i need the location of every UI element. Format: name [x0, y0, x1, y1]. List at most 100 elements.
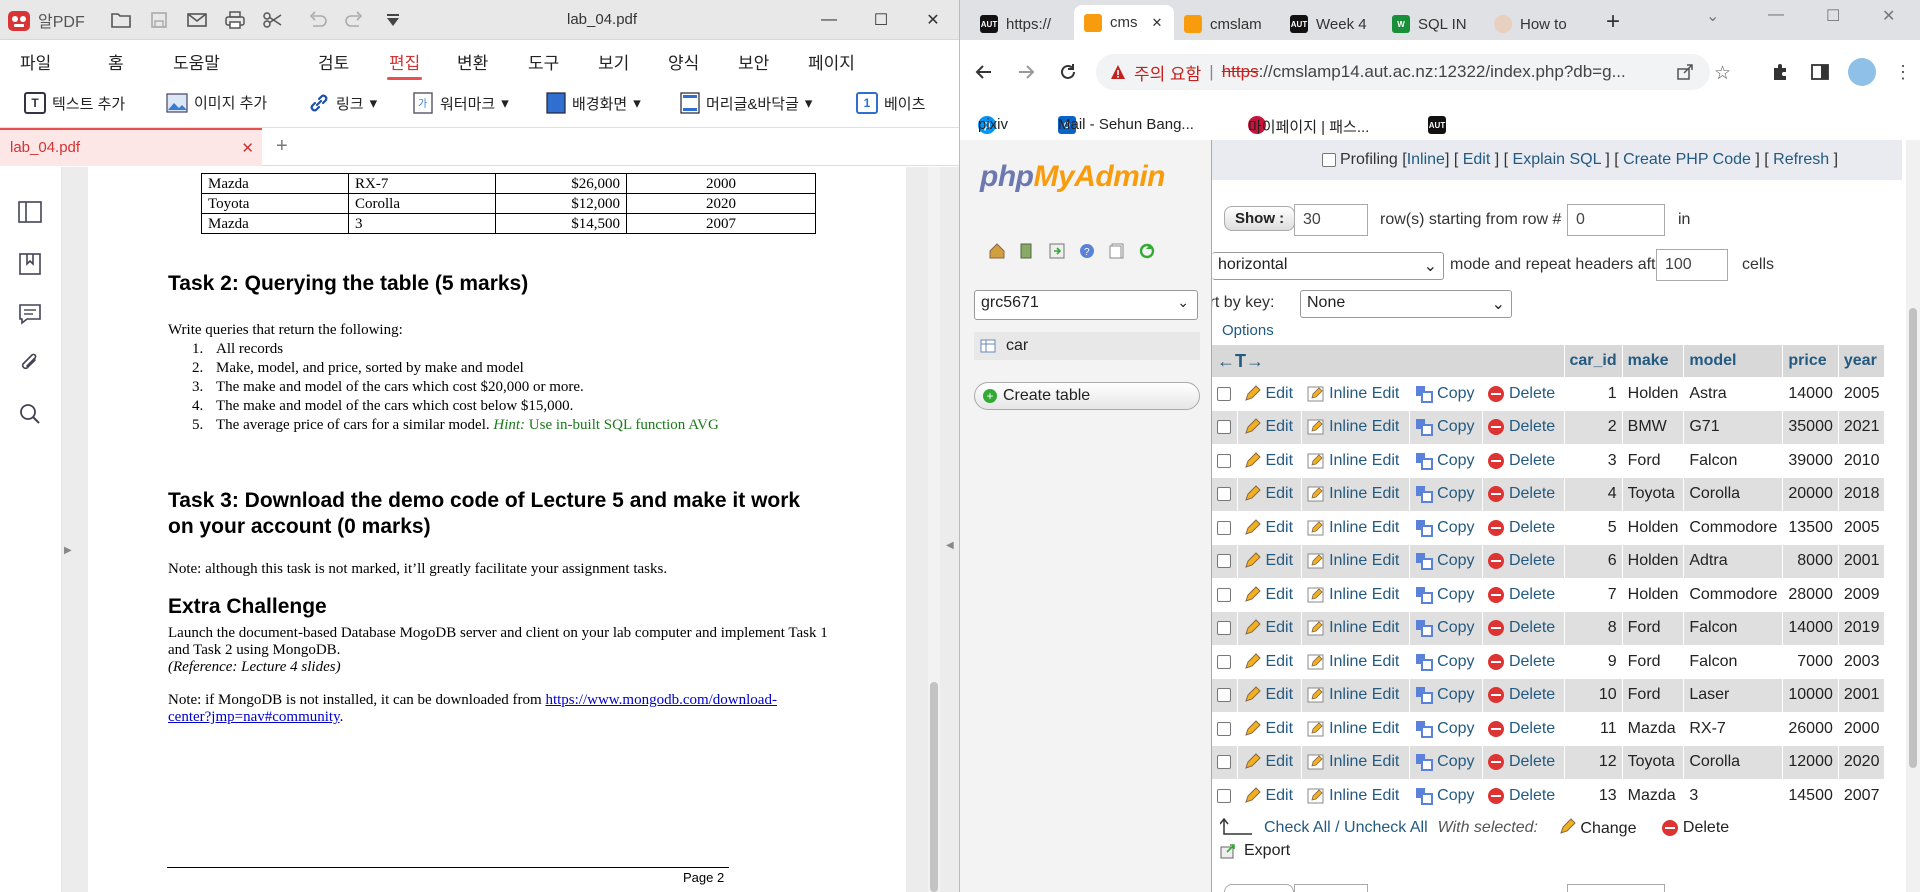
- delete-action[interactable]: Delete: [1482, 779, 1565, 813]
- inline-edit-label[interactable]: Inline Edit: [1329, 385, 1399, 402]
- page-scrollbar[interactable]: [1906, 140, 1920, 892]
- undo-icon[interactable]: [307, 10, 327, 30]
- inline-edit-action[interactable]: Inline Edit: [1301, 611, 1410, 645]
- delete-label[interactable]: Delete: [1509, 619, 1555, 636]
- maximize-icon[interactable]: ☐: [1826, 6, 1840, 26]
- edit-action[interactable]: Edit: [1237, 544, 1302, 578]
- delete-label[interactable]: Delete: [1509, 586, 1555, 603]
- inline-edit-action[interactable]: Inline Edit: [1301, 511, 1410, 545]
- database-select[interactable]: grc5671 ⌄: [974, 290, 1198, 320]
- edit-label[interactable]: Edit: [1265, 720, 1293, 737]
- tab-close-icon[interactable]: ✕: [1152, 15, 1163, 31]
- redo-icon[interactable]: [345, 10, 365, 30]
- delete-action[interactable]: Delete: [1482, 578, 1565, 612]
- car-id-cell[interactable]: 7: [1564, 578, 1623, 612]
- reload-icon[interactable]: [1058, 62, 1078, 82]
- model-cell[interactable]: G71: [1683, 410, 1784, 444]
- page-scrollbar-thumb[interactable]: [1909, 308, 1917, 768]
- edit-action[interactable]: Edit: [1237, 645, 1302, 679]
- repeat-headers-input[interactable]: 100: [1656, 249, 1728, 281]
- edit-action[interactable]: Edit: [1237, 578, 1302, 612]
- browser-tab[interactable]: W SQL IN: [1392, 8, 1486, 40]
- price-cell[interactable]: 13500: [1782, 511, 1839, 545]
- copy-action[interactable]: Copy: [1409, 645, 1484, 679]
- price-cell[interactable]: 26000: [1782, 712, 1839, 746]
- delete-action[interactable]: Delete: [1482, 745, 1565, 779]
- search-icon[interactable]: [17, 401, 43, 427]
- start-row-input[interactable]: 0: [1567, 204, 1665, 236]
- delete-action[interactable]: Delete: [1482, 477, 1565, 511]
- row-select-cell[interactable]: [1212, 578, 1239, 612]
- menu-form[interactable]: 양식: [668, 49, 699, 74]
- delete-label[interactable]: Delete: [1509, 552, 1555, 569]
- column-header-car-id[interactable]: car_id: [1564, 345, 1623, 377]
- year-cell[interactable]: 2021: [1838, 410, 1886, 444]
- edit-action[interactable]: Edit: [1237, 511, 1302, 545]
- column-header-year[interactable]: year: [1838, 345, 1886, 377]
- warning-icon[interactable]: [1110, 64, 1126, 80]
- row-select-cell[interactable]: [1212, 544, 1239, 578]
- copy-action[interactable]: Copy: [1409, 410, 1484, 444]
- year-cell[interactable]: 2010: [1838, 444, 1886, 478]
- delete-action[interactable]: Delete: [1482, 511, 1565, 545]
- edit-action[interactable]: Edit: [1237, 712, 1302, 746]
- save-icon[interactable]: [149, 10, 169, 30]
- inline-edit-action[interactable]: Inline Edit: [1301, 678, 1410, 712]
- row-checkbox[interactable]: [1217, 788, 1231, 803]
- browser-tab-active[interactable]: cms ✕: [1074, 5, 1174, 40]
- delete-label[interactable]: Delete: [1509, 753, 1555, 770]
- copy-action[interactable]: Copy: [1409, 477, 1484, 511]
- row-select-cell[interactable]: [1212, 511, 1239, 545]
- menu-view[interactable]: 보기: [598, 49, 629, 74]
- model-cell[interactable]: Corolla: [1683, 745, 1784, 779]
- profile-avatar[interactable]: [1848, 58, 1876, 86]
- comment-icon[interactable]: [17, 301, 43, 327]
- menu-review[interactable]: 검토: [318, 49, 349, 74]
- model-cell[interactable]: Adtra: [1683, 544, 1784, 578]
- inline-edit-action[interactable]: Inline Edit: [1301, 477, 1410, 511]
- delete-label[interactable]: Delete: [1509, 519, 1555, 536]
- maximize-icon[interactable]: ☐: [855, 0, 907, 40]
- edit-link[interactable]: Edit: [1463, 151, 1491, 168]
- profiling-checkbox[interactable]: [1322, 153, 1336, 167]
- car-id-cell[interactable]: 13: [1564, 779, 1623, 813]
- price-cell[interactable]: 35000: [1782, 410, 1839, 444]
- more-menu-icon[interactable]: ⋮: [1894, 62, 1912, 83]
- open-folder-icon[interactable]: [110, 10, 131, 30]
- add-image-tool[interactable]: 이미지 추가: [166, 92, 267, 113]
- model-cell[interactable]: Falcon: [1683, 444, 1784, 478]
- row-select-cell[interactable]: [1212, 410, 1239, 444]
- row-select-cell[interactable]: [1212, 377, 1239, 411]
- inline-edit-action[interactable]: Inline Edit: [1301, 712, 1410, 746]
- export-button[interactable]: Export: [1220, 842, 1290, 860]
- model-cell[interactable]: RX-7: [1683, 712, 1784, 746]
- new-tab-icon[interactable]: +: [276, 135, 288, 158]
- pdf-canvas[interactable]: ▶ Mazda RX-7 $26,000 2000 Toyota Corolla…: [62, 167, 959, 892]
- delete-action[interactable]: Delete: [1482, 645, 1565, 679]
- row-select-cell[interactable]: [1212, 678, 1239, 712]
- table-row[interactable]: Edit Inline Edit Copy Delete 6 Holden Adtra…: [1212, 544, 1886, 578]
- inline-edit-label[interactable]: Inline Edit: [1329, 418, 1399, 435]
- create-php-code-link[interactable]: Create PHP Code: [1623, 151, 1751, 168]
- row-checkbox[interactable]: [1217, 587, 1231, 602]
- link-tool[interactable]: 링크 ▾: [308, 92, 377, 114]
- delete-action[interactable]: Delete: [1482, 377, 1565, 411]
- table-row[interactable]: Edit Inline Edit Copy Delete 4 Toyota Corol…: [1212, 477, 1886, 511]
- explain-sql-link[interactable]: Explain SQL: [1513, 151, 1601, 168]
- minimize-icon[interactable]: —: [1768, 6, 1784, 24]
- copy-action[interactable]: Copy: [1409, 712, 1484, 746]
- inline-edit-action[interactable]: Inline Edit: [1301, 377, 1410, 411]
- price-cell[interactable]: 28000: [1782, 578, 1839, 612]
- inline-edit-label[interactable]: Inline Edit: [1329, 452, 1399, 469]
- table-row[interactable]: Edit Inline Edit Copy Delete 8 Ford Falcon 1…: [1212, 611, 1886, 645]
- delete-label[interactable]: Delete: [1509, 385, 1555, 402]
- edit-action[interactable]: Edit: [1237, 678, 1302, 712]
- refresh-link[interactable]: Refresh: [1773, 151, 1829, 168]
- year-cell[interactable]: 2020: [1838, 745, 1886, 779]
- documentation-icon[interactable]: [1108, 242, 1126, 260]
- copy-label[interactable]: Copy: [1437, 552, 1474, 569]
- edit-label[interactable]: Edit: [1265, 519, 1293, 536]
- document-tab[interactable]: lab_04.pdf ✕: [0, 127, 262, 166]
- price-cell[interactable]: 12000: [1782, 745, 1839, 779]
- attachment-icon[interactable]: [17, 351, 43, 377]
